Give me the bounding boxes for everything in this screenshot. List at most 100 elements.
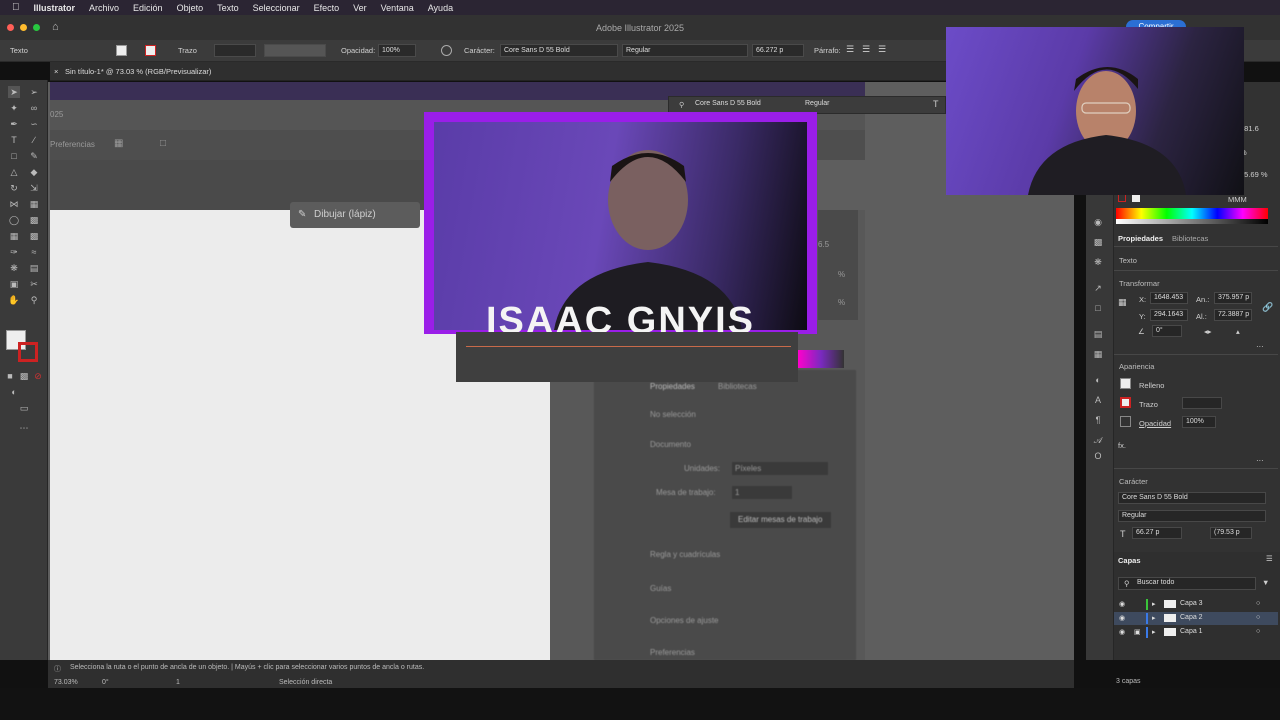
- color-panel-icon[interactable]: ◉: [1092, 216, 1104, 228]
- h-field[interactable]: 72.3887 p: [1214, 309, 1252, 321]
- menu-ventana[interactable]: Ventana: [381, 3, 414, 13]
- column-graph-tool-icon[interactable]: ▤: [28, 262, 40, 274]
- hand-tool-icon[interactable]: ✋: [8, 294, 20, 306]
- color-stroke-mini[interactable]: [1118, 194, 1126, 202]
- shape-builder-tool-icon[interactable]: ◯: [8, 214, 20, 226]
- angle-field[interactable]: 0°: [1152, 325, 1182, 337]
- menu-ayuda[interactable]: Ayuda: [428, 3, 453, 13]
- selection-tool-icon[interactable]: ➤: [8, 86, 20, 98]
- current-tool[interactable]: Selección directa: [279, 679, 332, 686]
- swatches-panel-icon[interactable]: ▩: [1092, 236, 1104, 248]
- color-spectrum[interactable]: [1116, 208, 1268, 224]
- layers-title[interactable]: Capas: [1118, 556, 1141, 565]
- expand-chevron-icon[interactable]: ▸: [1152, 628, 1156, 636]
- stroke-profile-field[interactable]: [264, 44, 326, 57]
- paintbrush-tool-icon[interactable]: ✎: [28, 150, 40, 162]
- line-tool-icon[interactable]: ∕: [28, 134, 40, 146]
- expand-chevron-icon[interactable]: ▸: [1152, 614, 1156, 622]
- scale-tool-icon[interactable]: ⇲: [28, 182, 40, 194]
- w-field[interactable]: 375.957 p: [1214, 292, 1252, 304]
- align-right-icon[interactable]: ☰: [878, 44, 886, 55]
- rectangle-tool-icon[interactable]: □: [8, 150, 20, 162]
- menu-objeto[interactable]: Objeto: [177, 3, 204, 13]
- paragraph-panel-icon[interactable]: ¶: [1092, 414, 1104, 426]
- zoom-level[interactable]: 73.03%: [54, 679, 78, 686]
- layer-target-icon[interactable]: ○: [1256, 600, 1260, 607]
- menu-archivo[interactable]: Archivo: [89, 3, 119, 13]
- gradient-tool-icon[interactable]: ▩: [28, 230, 40, 242]
- appearance-more-icon[interactable]: ⋯: [1256, 456, 1264, 465]
- curvature-tool-icon[interactable]: ∽: [28, 118, 40, 130]
- transparency-panel-icon[interactable]: ◐: [1092, 374, 1104, 386]
- recolor-icon[interactable]: [441, 45, 452, 56]
- y-field[interactable]: 294.1643: [1150, 309, 1188, 321]
- layers-search-input[interactable]: Buscar todo: [1118, 577, 1256, 590]
- floating-font-name[interactable]: Core Sans D 55 Bold: [695, 100, 761, 107]
- visibility-eye-icon[interactable]: ◉: [1119, 614, 1125, 622]
- close-tab-icon[interactable]: ×: [54, 67, 58, 76]
- font-style-field[interactable]: Regular: [622, 44, 748, 57]
- reference-point-icon[interactable]: ▦: [1118, 297, 1127, 308]
- menu-seleccionar[interactable]: Seleccionar: [253, 3, 300, 13]
- layers-menu-icon[interactable]: ☰: [1266, 554, 1273, 563]
- align-panel-icon[interactable]: ▤: [1092, 328, 1104, 340]
- stroke-color-box[interactable]: [18, 342, 38, 362]
- stroke-weight-field[interactable]: [1182, 397, 1222, 409]
- rotation-value[interactable]: 0°: [102, 679, 109, 686]
- font-family-field[interactable]: Core Sans D 55 Bold: [500, 44, 618, 57]
- brushes-panel-icon[interactable]: ❋: [1092, 256, 1104, 268]
- leading-field[interactable]: (79.53 p: [1210, 527, 1252, 539]
- visibility-eye-icon[interactable]: ◉: [1119, 628, 1125, 636]
- layer-row[interactable]: ◉ ▣ ▸ Capa 1 ○: [1114, 626, 1278, 639]
- constrain-proportions-icon[interactable]: 🔗: [1262, 302, 1273, 313]
- stroke-swatch[interactable]: [145, 45, 156, 56]
- align-center-icon[interactable]: ☰: [862, 44, 870, 55]
- flip-horizontal-icon[interactable]: ◂▸: [1204, 327, 1212, 336]
- layer-name[interactable]: Capa 1: [1180, 628, 1203, 635]
- layer-name[interactable]: Capa 2: [1180, 614, 1203, 621]
- align-left-icon[interactable]: ☰: [846, 44, 854, 55]
- flip-vertical-icon[interactable]: ▴: [1236, 327, 1240, 336]
- menu-app-name[interactable]: Illustrator: [34, 3, 76, 13]
- transform-more-icon[interactable]: ⋯: [1256, 342, 1264, 351]
- stroke-weight-field[interactable]: [214, 44, 256, 57]
- rotate-tool-icon[interactable]: ↻: [8, 182, 20, 194]
- gradient-mode-icon[interactable]: ▩: [18, 370, 30, 382]
- menu-texto[interactable]: Texto: [217, 3, 239, 13]
- opacity-label[interactable]: Opacidad: [1139, 419, 1171, 428]
- none-mode-icon[interactable]: ⊘: [32, 370, 44, 382]
- menu-edicion[interactable]: Edición: [133, 3, 163, 13]
- opacity-field[interactable]: 100%: [378, 44, 416, 57]
- x-field[interactable]: 1648.453: [1150, 292, 1188, 304]
- layer-target-icon[interactable]: ○: [1256, 628, 1260, 635]
- more-tools-icon[interactable]: ⋯: [18, 422, 30, 434]
- menu-efecto[interactable]: Efecto: [314, 3, 340, 13]
- lasso-tool-icon[interactable]: ∞: [28, 102, 40, 114]
- eyedropper-tool-icon[interactable]: ✑: [8, 246, 20, 258]
- character-panel-icon[interactable]: A: [1092, 394, 1104, 406]
- layer-name[interactable]: Capa 3: [1180, 600, 1203, 607]
- fx-label[interactable]: fx.: [1118, 441, 1126, 450]
- font-family-select[interactable]: Core Sans D 55 Bold: [1118, 492, 1266, 504]
- appearance-stroke-swatch[interactable]: [1120, 397, 1131, 408]
- document-tab[interactable]: × Sin título-1* @ 73.03 % (RGB/Previsual…: [50, 62, 1080, 81]
- export-panel-icon[interactable]: ↗: [1092, 282, 1104, 294]
- artboard-tool-icon[interactable]: ▣: [8, 278, 20, 290]
- glyphs-panel-icon[interactable]: O: [1092, 450, 1104, 462]
- lock-icon[interactable]: ▣: [1134, 628, 1141, 636]
- zoom-tool-icon[interactable]: ⚲: [28, 294, 40, 306]
- fill-swatch[interactable]: [116, 45, 127, 56]
- appearance-fill-swatch[interactable]: [1120, 378, 1131, 389]
- opacity-field[interactable]: 100%: [1182, 416, 1216, 428]
- artboards-panel-icon[interactable]: □: [1092, 302, 1104, 314]
- type-tool-icon[interactable]: T: [8, 134, 20, 146]
- layers-filter-icon[interactable]: ▼: [1262, 578, 1269, 587]
- font-size-field[interactable]: 66.272 p: [752, 44, 804, 57]
- pathfinder-panel-icon[interactable]: ▦: [1092, 348, 1104, 360]
- eraser-tool-icon[interactable]: ◆: [28, 166, 40, 178]
- width-tool-icon[interactable]: ⋈: [8, 198, 20, 210]
- color-mode-icon[interactable]: ■: [4, 370, 16, 382]
- layer-row[interactable]: ◉ ▸ Capa 2 ○: [1114, 612, 1278, 625]
- visibility-eye-icon[interactable]: ◉: [1119, 600, 1125, 608]
- expand-chevron-icon[interactable]: ▸: [1152, 600, 1156, 608]
